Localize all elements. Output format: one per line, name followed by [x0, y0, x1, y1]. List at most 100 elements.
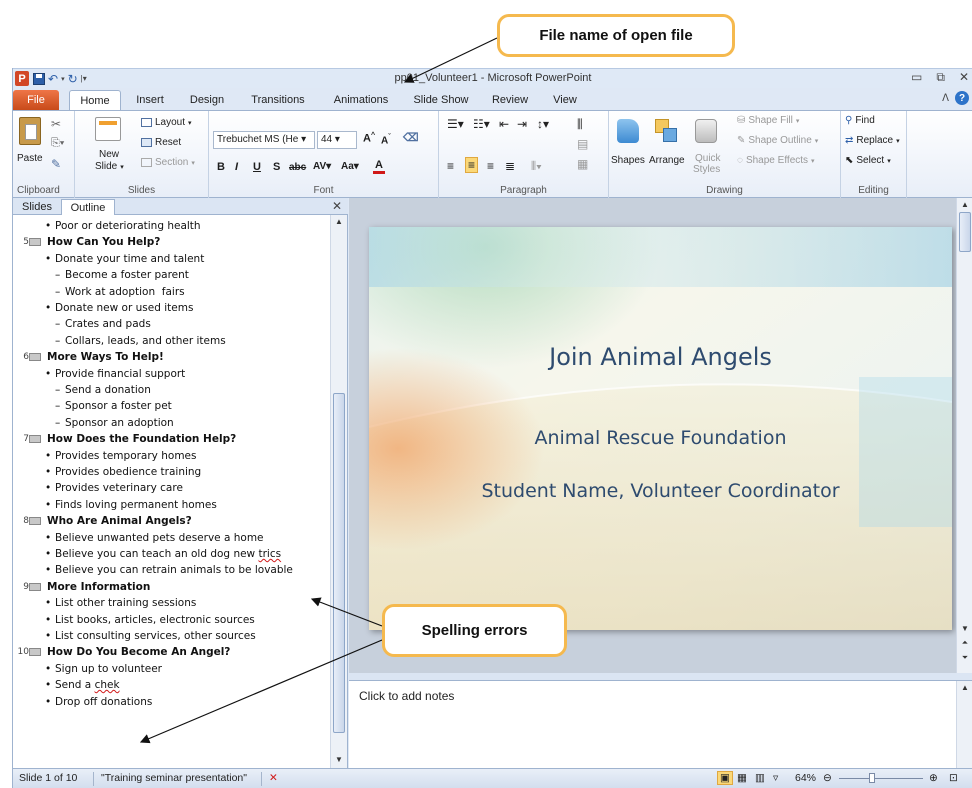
quick-styles-icon[interactable]	[695, 119, 717, 143]
slide-thumbnail-icon[interactable]	[29, 435, 41, 444]
character-spacing-icon[interactable]: AV▾	[313, 161, 331, 172]
replace-button[interactable]: ⇄ Replace ▾	[845, 135, 900, 146]
slide-canvas[interactable]: Join Animal Angels Animal Rescue Foundat…	[369, 227, 952, 630]
copy-icon[interactable]: ⎘▾	[51, 137, 64, 150]
shapes-label[interactable]: Shapes	[611, 155, 645, 166]
font-name-box[interactable]: Trebuchet MS (He ▾	[213, 131, 315, 149]
slide-scroll-thumb[interactable]	[959, 212, 971, 252]
increase-indent-icon[interactable]: ⇥	[517, 117, 527, 131]
slide-thumbnail-icon[interactable]	[29, 353, 41, 362]
restore-icon[interactable]: ⧉	[936, 70, 945, 85]
arrange-icon[interactable]	[655, 119, 677, 143]
theme-name[interactable]: "Training seminar presentation"	[101, 772, 247, 784]
cut-icon[interactable]: ✂	[51, 117, 61, 131]
fit-to-window-icon[interactable]: ⊡	[949, 772, 958, 784]
tab-outline[interactable]: Outline	[61, 199, 115, 215]
zoom-out-icon[interactable]: ⊖	[823, 772, 832, 784]
normal-view-icon[interactable]: ▣	[717, 771, 733, 785]
zoom-slider-thumb[interactable]	[869, 773, 875, 783]
align-right-icon[interactable]: ≡	[487, 159, 494, 173]
tab-slides[interactable]: Slides	[15, 199, 59, 215]
notes-scrollbar[interactable]: ▲	[956, 681, 972, 769]
misspelled-word[interactable]: chek	[95, 679, 120, 691]
grow-font-icon[interactable]: A^	[363, 132, 375, 145]
zoom-level[interactable]: 64%	[795, 772, 816, 784]
slide-subtitle-2[interactable]: Student Name, Volunteer Coordinator	[369, 480, 952, 502]
tab-view[interactable]: View	[543, 90, 587, 110]
close-icon[interactable]: ✕	[959, 70, 969, 85]
shrink-font-icon[interactable]: Aˇ	[381, 134, 391, 146]
notes-placeholder[interactable]: Click to add notes	[359, 689, 454, 703]
strikethrough-icon[interactable]: abc	[289, 162, 306, 173]
tab-design[interactable]: Design	[179, 90, 235, 110]
scroll-down-icon[interactable]: ▼	[334, 755, 344, 765]
shape-effects-button[interactable]: ◌ Shape Effects ▾	[737, 155, 815, 166]
font-size-box[interactable]: 44 ▾	[317, 131, 357, 149]
shape-fill-button[interactable]: ⛁ Shape Fill ▾	[737, 115, 799, 126]
smartart-icon[interactable]: ▦	[577, 157, 588, 171]
zoom-in-icon[interactable]: ⊕	[929, 772, 938, 784]
reset-button[interactable]: Reset	[141, 137, 181, 148]
paste-label[interactable]: Paste	[17, 153, 43, 164]
misspelled-word[interactable]: trics	[258, 548, 281, 560]
decrease-indent-icon[interactable]: ⇤	[499, 117, 509, 131]
font-color-icon[interactable]: A	[373, 159, 385, 174]
notes-pane[interactable]: Click to add notes ▲	[349, 680, 972, 769]
slide-subtitle-1[interactable]: Animal Rescue Foundation	[369, 427, 952, 449]
bold-icon[interactable]: B	[217, 161, 225, 173]
scroll-down-icon[interactable]: ▼	[960, 624, 970, 634]
next-slide-icon[interactable]: ⏷	[960, 653, 970, 663]
select-button[interactable]: ⬉ Select ▾	[845, 155, 891, 166]
justify-icon[interactable]: ≣	[505, 159, 515, 173]
reading-view-icon[interactable]: ▥	[755, 772, 765, 784]
layout-button[interactable]: Layout ▾	[141, 117, 192, 128]
minimize-ribbon-icon[interactable]: ᐱ	[942, 93, 949, 104]
arrange-label[interactable]: Arrange	[649, 155, 685, 166]
line-spacing-icon[interactable]: ↕▾	[537, 117, 549, 131]
zoom-slider[interactable]	[839, 773, 923, 783]
notes-splitter[interactable]	[349, 673, 972, 680]
tab-review[interactable]: Review	[483, 90, 537, 110]
slide-thumbnail-icon[interactable]	[29, 648, 41, 657]
quick-label[interactable]: Quick	[695, 153, 721, 164]
minimize-icon[interactable]: ▭	[911, 70, 922, 85]
slide-thumbnail-icon[interactable]	[29, 238, 41, 247]
spelling-check-icon[interactable]: ✕	[269, 772, 278, 784]
text-direction-icon[interactable]: ⫼	[577, 117, 583, 132]
shadow-icon[interactable]: S	[273, 161, 280, 173]
scroll-up-icon[interactable]: ▲	[960, 683, 970, 693]
slide-scrollbar[interactable]: ▲ ▼ ⏶ ⏷	[956, 198, 972, 673]
scroll-up-icon[interactable]: ▲	[334, 217, 344, 227]
change-case-icon[interactable]: Aa▾	[341, 161, 359, 172]
clear-formatting-icon[interactable]: ⌫	[403, 131, 419, 144]
align-text-icon[interactable]: ▤	[577, 137, 588, 151]
tab-home[interactable]: Home	[69, 90, 121, 110]
new-slide-label-2[interactable]: Slide ▾	[95, 161, 124, 172]
find-button[interactable]: ⚲ Find	[845, 115, 875, 126]
previous-slide-icon[interactable]: ⏶	[960, 638, 970, 648]
outline-scroll-thumb[interactable]	[333, 393, 345, 733]
help-icon[interactable]: ?	[955, 91, 969, 105]
new-slide-label[interactable]: New	[99, 149, 119, 160]
slide-sorter-icon[interactable]: ▦	[737, 772, 747, 784]
align-center-icon[interactable]: ≡	[465, 157, 479, 173]
shapes-icon[interactable]	[617, 119, 639, 143]
tab-animations[interactable]: Animations	[323, 90, 399, 110]
align-left-icon[interactable]: ≡	[447, 159, 454, 173]
numbering-icon[interactable]: ☷▾	[473, 117, 490, 131]
outline-scrollbar[interactable]: ▲ ▼	[330, 215, 347, 768]
tab-transitions[interactable]: Transitions	[239, 90, 317, 110]
paste-icon[interactable]	[19, 117, 41, 145]
italic-icon[interactable]: I	[235, 161, 238, 173]
styles-label[interactable]: Styles	[693, 164, 720, 175]
slide-show-icon[interactable]: ▿	[773, 772, 778, 784]
tab-slide-show[interactable]: Slide Show	[405, 90, 477, 110]
shape-outline-button[interactable]: ✎ Shape Outline ▾	[737, 135, 818, 146]
scroll-up-icon[interactable]: ▲	[960, 200, 970, 210]
slide-title[interactable]: Join Animal Angels	[369, 343, 952, 371]
tab-insert[interactable]: Insert	[123, 90, 177, 110]
close-pane-icon[interactable]: ✕	[332, 199, 342, 213]
section-button[interactable]: Section ▾	[141, 157, 195, 168]
format-painter-icon[interactable]: ✎	[51, 157, 61, 171]
bullets-icon[interactable]: ☰▾	[447, 117, 464, 131]
